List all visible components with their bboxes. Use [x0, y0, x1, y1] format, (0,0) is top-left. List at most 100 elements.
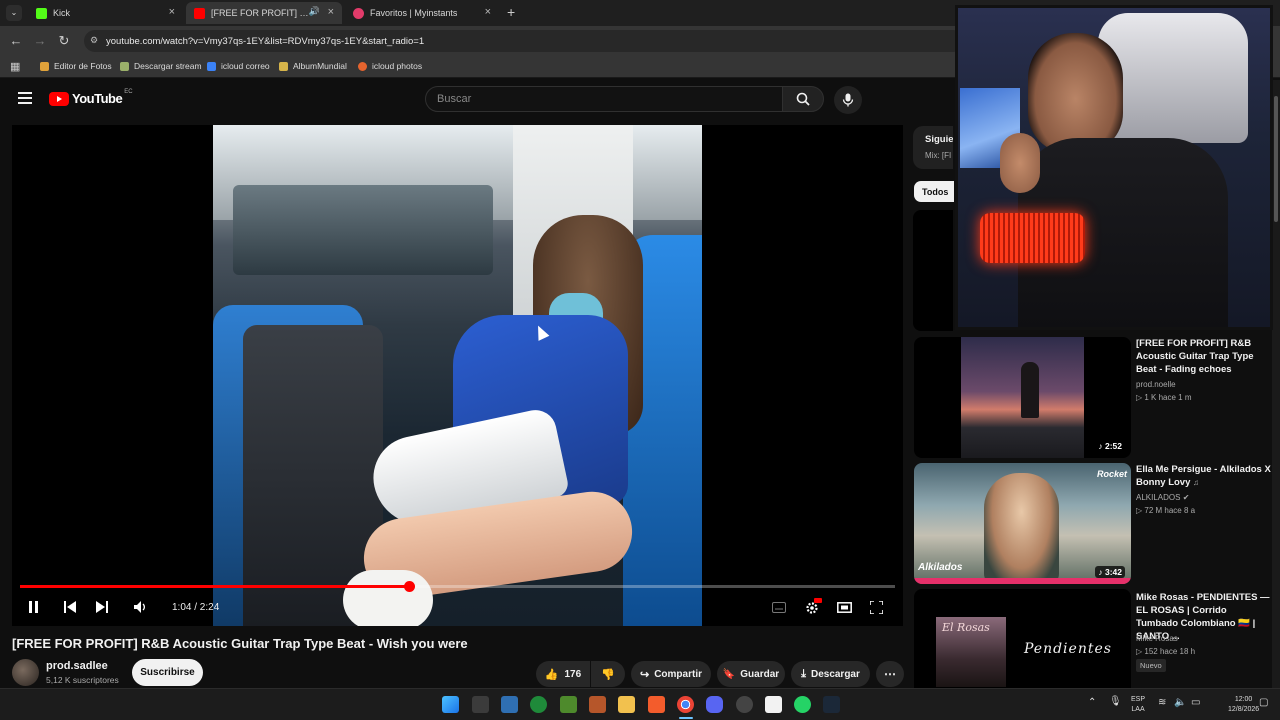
save-label: Guardar [740, 668, 780, 680]
widgets-icon[interactable] [472, 696, 489, 713]
voice-search-button[interactable] [834, 86, 862, 114]
playlist-panel[interactable]: Siguie Mix: [FI [913, 126, 953, 169]
brave-icon[interactable] [648, 696, 665, 713]
recommended-title-text: Ella Me Persigue - Alkilados X Bonny Lov… [1136, 464, 1271, 488]
start-icon[interactable] [442, 696, 459, 713]
speaker-icon[interactable]: 🔊 [309, 6, 320, 17]
xbox-icon[interactable] [530, 696, 547, 713]
bookmark-editor-de-fotos[interactable]: Editor de Fotos [40, 61, 112, 71]
store-icon[interactable] [501, 696, 518, 713]
share-icon: ↪ [639, 668, 650, 681]
volume-icon[interactable] [134, 601, 146, 616]
battery-icon[interactable]: ▭ [1191, 697, 1200, 708]
save-button[interactable]: 🔖 Guardar [717, 661, 785, 687]
tab-kick[interactable]: Kick × [28, 2, 183, 24]
keyboard-language[interactable]: ESP LAA [1131, 695, 1145, 715]
tab-search-icon[interactable]: ⌄ [6, 5, 22, 21]
subscribe-button[interactable]: Suscribirse [132, 659, 203, 686]
recommended-channel[interactable]: prod.noelle [1136, 380, 1176, 389]
address-bar[interactable]: ⚙ youtube.com/watch?v=Vmy37qs-1EY&list=R… [84, 30, 964, 52]
tab-label: Favoritos | Myinstants [370, 8, 458, 18]
bookmark-label: Editor de Fotos [54, 61, 112, 71]
youtube-icon [194, 7, 205, 19]
system-clock[interactable]: 12:00 12/8/2026 [1228, 695, 1259, 715]
filter-chip-all[interactable]: Todos [914, 181, 954, 202]
playlist-subtitle: Mix: [FI [925, 151, 952, 160]
bookmark-albummundial[interactable]: AlbumMundial [279, 61, 347, 71]
steam-icon[interactable] [823, 696, 840, 713]
bookmark-descargar-stream[interactable]: Descargar stream [120, 61, 202, 71]
share-label: Compartir [654, 668, 702, 680]
wifi-icon[interactable]: ≋ [1158, 697, 1166, 708]
apps-grid-icon[interactable]: ▦ [10, 60, 20, 73]
theater-mode-icon[interactable] [837, 601, 852, 616]
bookmark-icloud-photos[interactable]: icloud photos [358, 61, 422, 71]
previous-icon[interactable] [64, 601, 76, 616]
video-player[interactable]: 1:04 / 2:24 [12, 125, 903, 626]
recommended-thumbnail[interactable]: Rocket Alkilados ♪ 3:42 [914, 463, 1131, 584]
discord-icon[interactable] [706, 696, 723, 713]
recommended-channel[interactable]: Mike Rosas [1136, 634, 1178, 643]
recommended-title[interactable]: Ella Me Persigue - Alkilados X Bonny Lov… [1136, 463, 1271, 489]
scrollbar-thumb[interactable] [1274, 96, 1278, 222]
chrome-icon[interactable] [677, 696, 694, 713]
webcam-overlay [955, 5, 1273, 330]
progress-fill [20, 585, 409, 588]
new-tab-button[interactable]: + [507, 4, 515, 20]
bookmark-icloud-correo[interactable]: icloud correo [207, 61, 270, 71]
notification-icon[interactable]: ▢ [1259, 697, 1268, 708]
menu-icon[interactable] [18, 92, 32, 104]
recommended-thumbnail[interactable]: ♪ 2:52 [914, 337, 1131, 458]
myinstants-icon [353, 7, 364, 19]
tray-mic-icon[interactable]: 🎙 [1109, 696, 1122, 707]
region-code: EC [124, 88, 133, 95]
progress-bar[interactable] [20, 581, 895, 592]
close-icon[interactable]: × [485, 6, 491, 18]
file-explorer-icon[interactable] [618, 696, 635, 713]
progress-scrubber[interactable] [403, 581, 415, 592]
steam-helper-icon[interactable] [736, 696, 753, 713]
recommended-title[interactable]: [FREE FOR PROFIT] R&B Acoustic Guitar Tr… [1136, 337, 1271, 376]
speaker-icon[interactable]: 🔈 [1174, 697, 1186, 708]
recommended-channel[interactable]: ALKILADOS ✔ [1136, 493, 1189, 502]
channel-name[interactable]: prod.sadlee [46, 660, 108, 672]
window-dark [233, 185, 493, 275]
tab-label: [FREE FOR PROFIT] R&B Ac [211, 8, 311, 18]
search-icon [796, 92, 810, 106]
capcut-icon[interactable] [765, 696, 782, 713]
youtube-logo[interactable]: YouTube EC [49, 88, 133, 106]
download-icon: ⤓ [801, 667, 806, 680]
minecraft-icon[interactable] [560, 696, 577, 713]
dislike-button[interactable]: 👎 [591, 661, 625, 687]
recommended-meta: ▷ 152 hace 18 h [1136, 647, 1196, 656]
search-input[interactable]: Buscar [425, 86, 783, 112]
settings-icon[interactable] [805, 598, 822, 618]
tab-myinstants[interactable]: Favoritos | Myinstants × [345, 2, 499, 24]
pause-icon[interactable] [28, 601, 39, 616]
like-button[interactable]: 👍 176 [536, 661, 590, 687]
whatsapp-icon[interactable] [794, 696, 811, 713]
search-button[interactable] [782, 86, 824, 112]
reload-icon[interactable]: ↻ [56, 33, 72, 49]
close-icon[interactable]: × [169, 6, 175, 18]
site-info-icon[interactable]: ⚙ [90, 35, 98, 46]
pink-bar [914, 578, 1131, 584]
next-icon[interactable] [96, 601, 108, 616]
fullscreen-icon[interactable] [869, 600, 884, 617]
subtitles-icon[interactable] [772, 601, 786, 616]
bookmark-label: icloud photos [372, 61, 423, 71]
tab-youtube[interactable]: [FREE FOR PROFIT] R&B Ac 🔊 × [186, 2, 342, 24]
url-text: youtube.com/watch?v=Vmy37qs-1EY&list=RDV… [106, 35, 425, 47]
back-icon[interactable]: ← [8, 33, 24, 48]
lang-bottom: LAA [1131, 706, 1145, 713]
game-icon[interactable] [589, 696, 606, 713]
more-actions-button[interactable]: ⋯ [876, 661, 904, 687]
channel-avatar[interactable] [12, 659, 39, 686]
close-icon[interactable]: × [328, 6, 334, 18]
recommended-thumbnail[interactable]: El Rosas Pendientes [914, 589, 1131, 688]
kick-icon [36, 7, 47, 19]
share-button[interactable]: ↪ Compartir [631, 661, 711, 687]
download-button[interactable]: ⤓ Descargar [791, 661, 870, 687]
forward-icon[interactable]: → [32, 33, 48, 48]
tray-chevron-icon[interactable]: ⌃ [1088, 697, 1096, 708]
